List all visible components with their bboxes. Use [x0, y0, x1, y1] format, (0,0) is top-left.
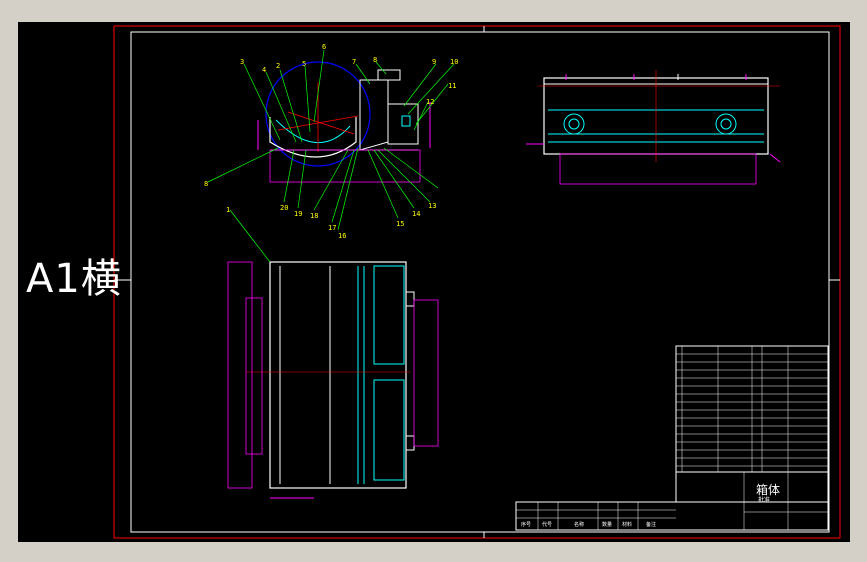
- drawing-canvas: 3 4 2 5 6 7 8 9 10 11 12 8 20 19 18 17 1…: [18, 22, 850, 542]
- plan-dim-left-inner: [245, 297, 263, 455]
- balloon-11: 11: [448, 82, 456, 90]
- cad-drawing: 3 4 2 5 6 7 8 9 10 11 12 8 20 19 18 17 1…: [113, 25, 841, 539]
- plan-window-top: [373, 265, 405, 365]
- label-qty: 数量: [602, 521, 612, 528]
- balloon-b-8: 8: [204, 180, 208, 188]
- side-port: [401, 115, 411, 127]
- side-dim-right: [769, 153, 781, 163]
- balloon-5: 5: [302, 60, 306, 68]
- sheet-frame: [113, 25, 841, 539]
- plan-body: [269, 261, 407, 489]
- balloon-4: 4: [262, 66, 266, 74]
- plan-leader-1: [229, 209, 271, 263]
- parts-list-rows: [676, 346, 828, 472]
- title-grid: [516, 472, 828, 530]
- balloon-6: 6: [322, 43, 326, 51]
- label-seq: 序号: [521, 521, 531, 528]
- balloon-15: 15: [396, 220, 404, 228]
- plan-lug-bottom: [405, 435, 415, 451]
- trough-inner: [275, 119, 351, 143]
- front-view: 3 4 2 5 6 7 8 9 10 11 12 8 20 19 18 17 1…: [204, 43, 458, 240]
- label-remark: 备注: [646, 521, 656, 528]
- balloon-3: 3: [240, 58, 244, 66]
- approved-label: 批准: [758, 496, 770, 504]
- plan-dim-right: [413, 299, 439, 447]
- label-material: 材料: [622, 521, 632, 528]
- title-upper: [675, 471, 829, 503]
- sheet-size-label: A1横: [26, 256, 122, 302]
- title-block: 箱体 批准 序号 代号 名称 数量 材料 备注: [515, 345, 829, 531]
- balloon-12: 12: [426, 98, 434, 106]
- balloon-16: 16: [338, 232, 346, 240]
- plan-view: 1: [226, 206, 439, 499]
- balloon-20: 20: [280, 204, 288, 212]
- balloon-7: 7: [352, 58, 356, 66]
- side-box: [387, 103, 419, 145]
- shaft-left-inner: [568, 118, 580, 130]
- balloon-19: 19: [294, 210, 302, 218]
- balloon-9: 9: [432, 58, 436, 66]
- title-frame: [515, 501, 829, 531]
- cut-line-2: [287, 111, 355, 135]
- plan-window-bottom: [373, 379, 405, 481]
- trough-outline: [269, 117, 357, 158]
- balloon-17: 17: [328, 224, 336, 232]
- drawing-title: 箱体: [756, 482, 780, 497]
- balloon-8: 8: [373, 56, 377, 64]
- balloon-13: 13: [428, 202, 436, 210]
- shaft-right-inner: [720, 118, 732, 130]
- balloon-labels-top: 3 4 2 5 6 7 8 9 10 11 12: [240, 43, 458, 106]
- balloon-14: 14: [412, 210, 420, 218]
- side-dimension-box: [559, 153, 757, 185]
- label-code: 代号: [542, 521, 552, 528]
- balloon-2: 2: [276, 62, 280, 70]
- balloon-labels-bottom: 8 20 19 18 17 16 15 14 13: [204, 180, 436, 240]
- shaft-right: [715, 113, 737, 135]
- side-view: [526, 70, 781, 185]
- plan-lug-top: [405, 291, 415, 307]
- balloon-10: 10: [450, 58, 458, 66]
- balloon-1: 1: [226, 206, 230, 214]
- label-name: 名称: [574, 521, 584, 528]
- drawing-border: [130, 31, 830, 533]
- shaft-left: [563, 113, 585, 135]
- balloon-18: 18: [310, 212, 318, 220]
- title-row-labels: 序号 代号 名称 数量 材料 备注: [521, 521, 656, 528]
- inlet-box: [377, 69, 401, 81]
